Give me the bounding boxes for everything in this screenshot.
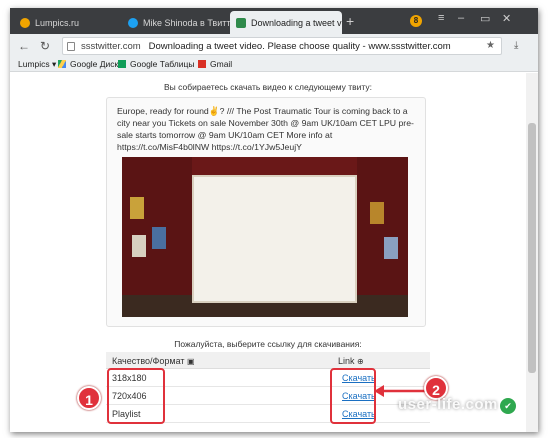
browser-window: Lumpics.ru Mike Shinoda в Твиттере Downl… [10, 8, 538, 432]
annotation-marker-1: 1 [77, 386, 101, 410]
google-drive-icon [58, 60, 66, 68]
watermark-text: user-life.com [398, 396, 498, 413]
address-bar-row: ← ↻ ssstwitter.com Downloading a tweet v… [10, 34, 538, 58]
bookmark-google-drive[interactable]: Google Диск [58, 59, 118, 69]
wall-right [357, 157, 408, 317]
projection-screen [192, 175, 357, 303]
twitter-favicon-icon [128, 17, 138, 28]
video-thumbnail[interactable] [122, 157, 408, 317]
bookmark-google-sheets[interactable]: Google Таблицы [118, 59, 194, 69]
table-header: Качество/Формат ▣ Link ⊕ [106, 352, 430, 369]
poster-image [370, 202, 384, 224]
bookmark-star-icon[interactable]: ★ [486, 40, 495, 51]
menu-icon[interactable]: ≡ [438, 12, 444, 24]
url-domain: ssstwitter.com [81, 40, 141, 52]
tweet-card: Europe, ready for round✌? /// The Post T… [106, 97, 426, 327]
tab-label: Downloading a tweet video [251, 17, 342, 28]
page-title: Downloading a tweet video. Please choose… [148, 40, 451, 52]
tab-label: Mike Shinoda в Твиттере [143, 17, 230, 28]
tweet-text: Europe, ready for round✌? /// The Post T… [117, 106, 414, 152]
lock-icon [67, 41, 75, 51]
bookmark-label: Google Таблицы [130, 59, 195, 69]
close-window-icon[interactable]: ✕ [502, 12, 511, 25]
poster-image [152, 227, 166, 249]
intro-text: Вы собираетесь скачать видео к следующем… [163, 82, 373, 92]
bookmark-label: Gmail [210, 59, 233, 69]
minimize-icon[interactable]: – [458, 12, 464, 24]
gmail-icon [198, 60, 206, 68]
back-arrow-icon[interactable]: ← [18, 39, 30, 53]
column-header-quality: Качество/Формат ▣ [112, 356, 195, 366]
scrollbar-thumb[interactable] [528, 123, 536, 373]
tab-lumpics[interactable]: Lumpics.ru [14, 11, 122, 34]
poster-image [384, 237, 398, 259]
tab-twitter[interactable]: Mike Shinoda в Твиттере [122, 11, 230, 34]
bookmarks-bar: Lumpics ▾ Google Диск Google Таблицы Gma… [10, 58, 538, 72]
download-circle-icon: ⊕ [357, 357, 364, 366]
lumpics-favicon-icon [20, 17, 30, 28]
choose-link-label: Пожалуйста, выберите ссылку для скачиван… [174, 339, 362, 349]
google-sheets-icon [118, 60, 126, 68]
info-icon: ▣ [187, 357, 195, 366]
tab-label: Lumpics.ru [35, 17, 80, 28]
quality-highlight-box [107, 368, 165, 424]
bookmark-label: Google Диск [70, 59, 119, 69]
refresh-icon[interactable]: ↻ [40, 39, 50, 53]
maximize-icon[interactable]: ▭ [480, 12, 490, 25]
scrollbar[interactable] [526, 73, 538, 432]
column-header-link: Link ⊕ [338, 356, 364, 366]
poster-image [130, 197, 144, 219]
bookmark-label: Lumpics ▾ [18, 59, 57, 69]
poster-image [132, 235, 146, 257]
bookmark-gmail[interactable]: Gmail [198, 59, 232, 69]
tab-bar: Lumpics.ru Mike Shinoda в Твиттере Downl… [10, 8, 538, 34]
alice-badge-icon[interactable]: 8 [410, 15, 422, 27]
downloads-icon[interactable]: ⤓ [514, 40, 518, 51]
shield-icon: ✔ [500, 398, 516, 414]
page-content: Вы собираетесь скачать видео к следующем… [10, 73, 526, 432]
tab-ssstwitter[interactable]: Downloading a tweet video × [230, 11, 342, 34]
ssstwitter-favicon-icon [236, 17, 246, 28]
new-tab-icon[interactable]: + [346, 13, 354, 29]
url-field[interactable]: ssstwitter.com Downloading a tweet video… [62, 37, 502, 55]
bookmark-lumpics[interactable]: Lumpics ▾ [18, 59, 56, 70]
